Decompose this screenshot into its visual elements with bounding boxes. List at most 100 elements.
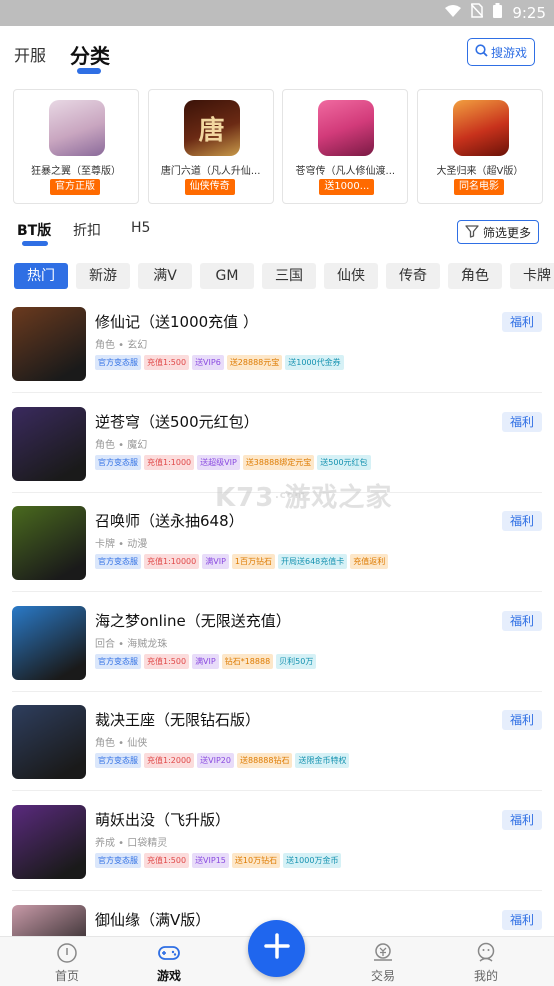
game-meta: 卡牌 • 动漫	[95, 539, 148, 550]
watermark: K73 游戏之家 .com	[215, 477, 392, 513]
tab-discount[interactable]: 折扣	[73, 220, 101, 240]
nav-games-label: 游戏	[156, 969, 181, 983]
game-row[interactable]: 裁决王座（无限钻石版） 角色 • 仙侠 官方变态服 充值1:2000 送VIP20 送88…	[0, 698, 554, 798]
subtab-active-indicator	[22, 241, 48, 246]
top-bar: 开服 分类 搜游戏	[0, 26, 554, 82]
nav-trade[interactable]: 交易	[353, 941, 413, 984]
game-icon	[12, 805, 86, 879]
game-meta: 角色 • 仙侠	[95, 738, 148, 749]
chip-gm[interactable]: GM	[200, 263, 254, 289]
game-icon	[12, 407, 86, 481]
featured-card[interactable]: 狂暴之翼（至尊版） 官方正版	[13, 89, 139, 204]
game-tag: 充值1:500	[144, 654, 190, 669]
filter-icon	[465, 224, 479, 241]
chip-new[interactable]: 新游	[76, 263, 130, 289]
game-row[interactable]: 萌妖出没（飞升版） 养成 • 口袋精灵 官方变态服 充值1:500 送VIP15 送10万…	[0, 798, 554, 898]
nav-mine-label: 我的	[473, 969, 498, 983]
tab-bt[interactable]: BT版	[17, 220, 51, 240]
game-name: 修仙记（送1000充值 ）	[95, 313, 258, 331]
search-game-button[interactable]: 搜游戏	[467, 38, 535, 66]
game-name: 萌妖出没（飞升版）	[95, 811, 231, 829]
nav-trade-label: 交易	[370, 969, 395, 983]
nav-games[interactable]: 游戏	[139, 941, 199, 984]
game-tag: 官方变态服	[95, 554, 141, 569]
game-tag: 送VIP6	[192, 355, 224, 370]
chip-legend[interactable]: 传奇	[386, 263, 440, 289]
game-tag: 送限金币特权	[295, 753, 350, 768]
game-tag: 送88888钻石	[237, 753, 293, 768]
game-tag: 送1000万金币	[283, 853, 342, 868]
chip-hot[interactable]: 热门	[14, 263, 68, 289]
nav-home-label: 首页	[54, 969, 79, 983]
game-tag: 官方变态服	[95, 355, 141, 370]
game-tag: 充值1:500	[144, 853, 190, 868]
featured-tag: 仙侠传奇	[184, 179, 235, 195]
filter-more-button[interactable]: 筛选更多	[457, 220, 539, 244]
game-tag: 官方变态服	[95, 654, 141, 669]
game-tag: 送28888元宝	[226, 355, 283, 370]
welfare-badge[interactable]: 福利	[502, 710, 542, 730]
chip-xianxia[interactable]: 仙侠	[324, 263, 378, 289]
welfare-badge[interactable]: 福利	[502, 810, 542, 830]
tab-open-server[interactable]: 开服	[14, 42, 46, 66]
nav-home[interactable]: 首页	[37, 941, 97, 984]
wifi-icon	[445, 4, 462, 22]
filter-more-label: 筛选更多	[482, 225, 531, 240]
home-icon	[55, 941, 79, 965]
game-icon	[12, 506, 86, 580]
game-icon	[12, 307, 86, 381]
trade-icon	[371, 941, 395, 965]
game-tag: 送超级VIP	[197, 455, 240, 470]
game-name: 裁决王座（无限钻石版）	[95, 711, 261, 729]
game-row[interactable]: 修仙记（送1000充值 ） 角色 • 玄幻官方变态服 充值1:500 送VIP6 送28…	[0, 300, 554, 400]
game-tag: 充值1:2000	[144, 753, 195, 768]
tab-h5[interactable]: H5	[131, 220, 150, 236]
category-chips: 热门 新游 满V GM 三国 仙侠 传奇 角色 卡牌	[14, 263, 554, 289]
game-name: 御仙缘（满V版）	[95, 911, 211, 929]
game-tags: 官方变态服 充值1:500 满VIP 钻石*18888 贝利50万	[95, 654, 317, 669]
game-tag: 送1000代金券	[285, 355, 344, 370]
game-tag: 开局送648充值卡	[277, 554, 348, 569]
chip-three-kingdoms[interactable]: 三国	[262, 263, 316, 289]
welfare-badge[interactable]: 福利	[502, 511, 542, 531]
chip-full-vip[interactable]: 满V	[138, 263, 192, 289]
game-row[interactable]: 召唤师（送永抽648） 卡牌 • 动漫 官方变态服 充值1:10000 满VIP 1百万钻…	[0, 499, 554, 599]
no-sim-icon	[470, 3, 484, 22]
game-tag: 充值1:500	[144, 355, 190, 370]
game-tag: 送38888绑定元宝	[242, 455, 315, 470]
welfare-badge[interactable]: 福利	[502, 910, 542, 930]
status-bar: 9:25	[0, 0, 554, 26]
game-row[interactable]: 海之梦online（无限送充值） 回合 • 海贼龙珠官方变态服 充值1:500 满VI…	[0, 599, 554, 699]
chip-role[interactable]: 角色	[448, 263, 502, 289]
game-tag: 贝利50万	[276, 654, 317, 669]
game-icon	[452, 100, 509, 156]
game-name: 海之梦online（无限送充值）	[95, 612, 291, 630]
gamepad-icon	[157, 941, 181, 965]
row-divider	[12, 890, 542, 891]
featured-name: 狂暴之翼（至尊版）	[31, 166, 121, 177]
featured-tag: 同名电影	[453, 179, 504, 195]
featured-tag: 官方正版	[50, 179, 100, 195]
game-name: 逆苍穹（送500元红包）	[95, 413, 259, 431]
version-tabs: BT版 折扣 H5 筛选更多	[0, 214, 554, 252]
welfare-badge[interactable]: 福利	[502, 312, 542, 332]
featured-card[interactable]: 苍穹传（凡人修仙渡... 送1000...	[282, 89, 409, 204]
row-divider	[12, 790, 542, 791]
game-tag: 送10万钻石	[231, 853, 281, 868]
tab-category[interactable]: 分类	[70, 40, 110, 69]
welfare-badge[interactable]: 福利	[502, 611, 542, 631]
featured-card[interactable]: 大圣归来（超V版） 同名电影	[416, 89, 543, 204]
game-tag: 官方变态服	[95, 455, 141, 470]
plus-icon	[263, 932, 291, 965]
featured-tag: 送1000...	[319, 179, 375, 195]
featured-card[interactable]: 唐 唐门六道（凡人升仙... 仙侠传奇	[147, 89, 274, 204]
game-tag: 送VIP15	[192, 853, 229, 868]
row-divider	[12, 591, 542, 592]
welfare-badge[interactable]: 福利	[502, 412, 542, 432]
add-button[interactable]	[248, 920, 305, 977]
row-divider	[12, 392, 542, 393]
game-meta: 回合 • 海贼龙珠	[95, 639, 168, 650]
nav-mine[interactable]: 我的	[456, 941, 516, 984]
chip-card[interactable]: 卡牌	[510, 263, 554, 289]
game-meta: 角色 • 玄幻	[95, 340, 148, 351]
